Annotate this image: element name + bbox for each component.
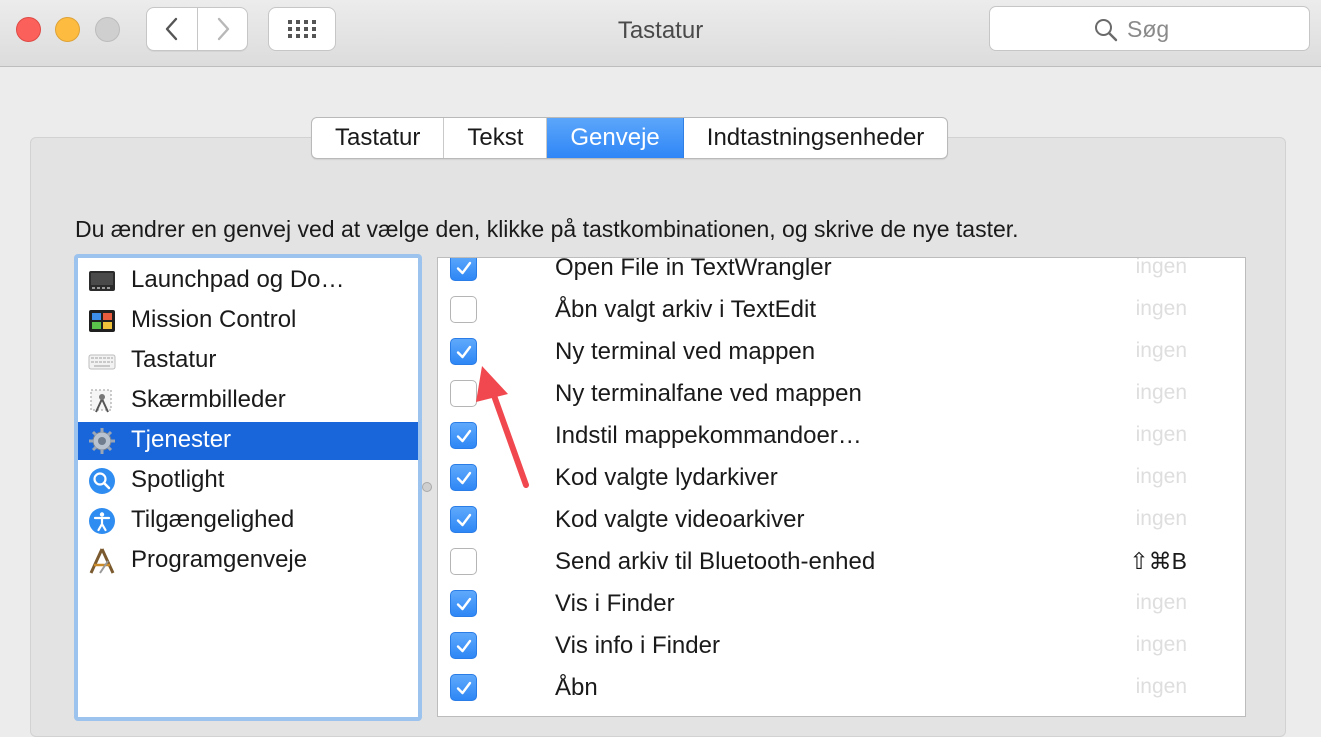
search-field[interactable]: Søg — [989, 6, 1310, 51]
split-view-handle[interactable] — [422, 482, 432, 492]
service-shortcut[interactable]: ⇧⌘B — [1129, 548, 1187, 575]
checkmark-icon — [456, 261, 472, 275]
category-item-tastatur[interactable]: Tastatur — [78, 342, 418, 380]
spotlight-icon — [89, 468, 115, 494]
category-label: Launchpad og Do… — [131, 266, 345, 293]
tab-tastatur[interactable]: Tastatur — [312, 118, 445, 158]
list-item[interactable]: Send arkiv til Bluetooth-enhed ⇧⌘B — [438, 541, 1245, 583]
list-item[interactable]: Vis info i Finder ingen — [438, 625, 1245, 667]
service-checkbox[interactable] — [450, 296, 477, 323]
service-shortcut[interactable]: ingen — [1136, 297, 1187, 321]
category-list: Launchpad og Do… Mission Control Tastatu… — [74, 254, 422, 721]
category-label: Tjenester — [131, 426, 232, 453]
service-shortcut[interactable]: ingen — [1136, 423, 1187, 447]
service-checkbox[interactable] — [450, 590, 477, 617]
category-item-skaermbilleder[interactable]: Skærmbilleder — [78, 382, 418, 420]
checkmark-icon — [456, 513, 472, 527]
tab-indtastningsenheder[interactable]: Indtastningsenheder — [684, 118, 947, 158]
category-item-programgenveje[interactable]: Programgenveje — [78, 542, 418, 580]
tab-genveje[interactable]: Genveje — [547, 118, 684, 158]
checkmark-icon — [456, 681, 472, 695]
list-item[interactable]: Open File in TextWrangler ingen — [438, 257, 1245, 289]
list-item[interactable]: Åbn valgt arkiv i TextEdit ingen — [438, 289, 1245, 331]
category-item-tilgaengelighed[interactable]: Tilgængelighed — [78, 502, 418, 540]
service-shortcut[interactable]: ingen — [1136, 381, 1187, 405]
service-shortcut[interactable]: ingen — [1136, 507, 1187, 531]
service-shortcut[interactable]: ingen — [1136, 633, 1187, 657]
keyboard-icon — [88, 354, 116, 370]
list-item[interactable]: Kod valgte lydarkiver ingen — [438, 457, 1245, 499]
annotation-arrow-icon — [476, 366, 529, 488]
service-label: Åbn — [555, 674, 598, 701]
tab-tekst[interactable]: Tekst — [444, 118, 548, 158]
category-label: Programgenveje — [131, 546, 308, 573]
service-label: Vis i Finder — [555, 590, 675, 617]
category-item-launchpad[interactable]: Launchpad og Do… — [78, 262, 418, 300]
service-label: Open File in TextWrangler — [555, 257, 832, 281]
gear-icon — [89, 428, 115, 454]
category-label: Tastatur — [131, 346, 217, 373]
checkmark-icon — [456, 345, 472, 359]
checkmark-icon — [456, 639, 472, 653]
list-item[interactable]: Ny terminalfane ved mappen ingen — [438, 373, 1245, 415]
service-shortcut[interactable]: ingen — [1136, 591, 1187, 615]
service-checkbox[interactable] — [450, 258, 477, 281]
list-item[interactable]: Kod valgte videoarkiver ingen — [438, 499, 1245, 541]
category-label: Skærmbilleder — [131, 386, 286, 413]
service-label: Åbn valgt arkiv i TextEdit — [555, 296, 817, 323]
service-shortcut[interactable]: ingen — [1136, 675, 1187, 699]
service-label: Ny terminal ved mappen — [555, 338, 816, 365]
app-shortcuts-icon — [89, 548, 115, 574]
category-label: Mission Control — [131, 306, 297, 333]
list-item[interactable]: Ny terminal ved mappen ingen — [438, 331, 1245, 373]
service-label: Kod valgte videoarkiver — [555, 506, 805, 533]
tab-bar: Tastatur Tekst Genveje Indtastningsenhed… — [311, 117, 949, 159]
list-item[interactable]: Indstil mappekommandoer… ingen — [438, 415, 1245, 457]
service-label: Ny terminalfane ved mappen — [555, 380, 862, 407]
launchpad-icon — [89, 271, 115, 291]
service-label: Send arkiv til Bluetooth-enhed — [555, 548, 876, 575]
list-item[interactable]: Åbn ingen — [438, 667, 1245, 709]
service-shortcut[interactable]: ingen — [1136, 258, 1187, 279]
service-checkbox[interactable] — [450, 548, 477, 575]
screenshot-icon — [90, 389, 112, 413]
service-label: Vis info i Finder — [555, 632, 720, 659]
title-bar: Tastatur Søg — [0, 0, 1321, 67]
services-list: Open File in TextWrangler ingen Åbn valg… — [437, 257, 1246, 717]
category-label: Tilgængelighed — [131, 506, 295, 533]
service-checkbox[interactable] — [450, 506, 477, 533]
accessibility-icon — [89, 508, 115, 534]
search-placeholder: Søg — [1127, 16, 1170, 42]
service-label: Kod valgte lydarkiver — [555, 464, 778, 491]
list-item[interactable]: Vis i Finder ingen — [438, 583, 1245, 625]
instruction-text: Du ændrer en genvej ved at vælge den, kl… — [75, 216, 1019, 242]
search-icon — [1095, 19, 1118, 42]
category-item-mission-control[interactable]: Mission Control — [78, 302, 418, 340]
category-item-spotlight[interactable]: Spotlight — [78, 462, 418, 500]
checkmark-icon — [456, 597, 472, 611]
service-checkbox[interactable] — [450, 632, 477, 659]
category-label: Spotlight — [131, 466, 225, 493]
service-label: Indstil mappekommandoer… — [555, 422, 862, 449]
service-checkbox[interactable] — [450, 674, 477, 701]
service-shortcut[interactable]: ingen — [1136, 339, 1187, 363]
category-item-tjenester[interactable]: Tjenester — [78, 422, 418, 460]
service-shortcut[interactable]: ingen — [1136, 465, 1187, 489]
mission-control-icon — [89, 310, 115, 332]
